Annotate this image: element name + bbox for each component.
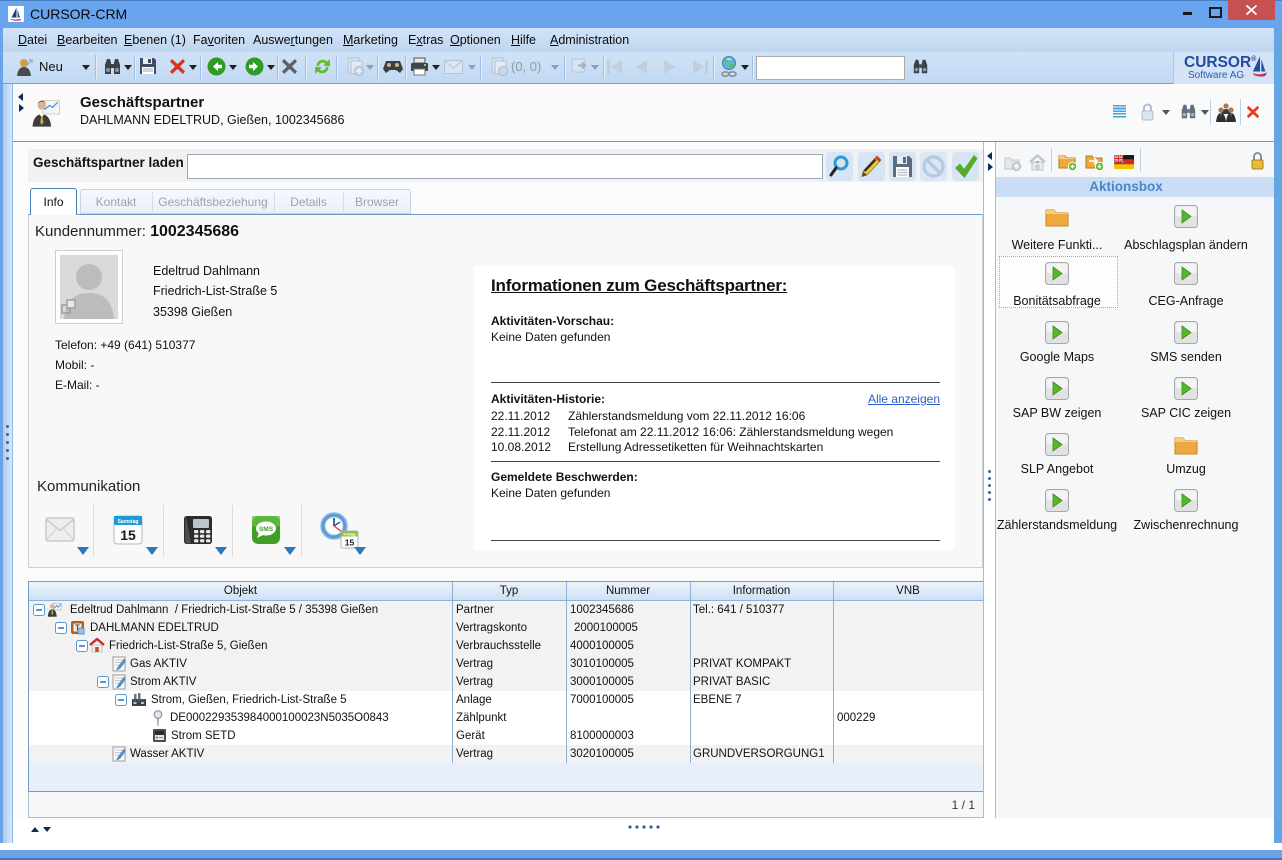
svg-text:Freitag: Freitag	[344, 533, 356, 537]
svg-text:15: 15	[345, 538, 355, 548]
svg-text:SMS: SMS	[259, 526, 274, 533]
svg-text:15: 15	[120, 527, 136, 543]
svg-text:Samstag: Samstag	[118, 519, 139, 525]
